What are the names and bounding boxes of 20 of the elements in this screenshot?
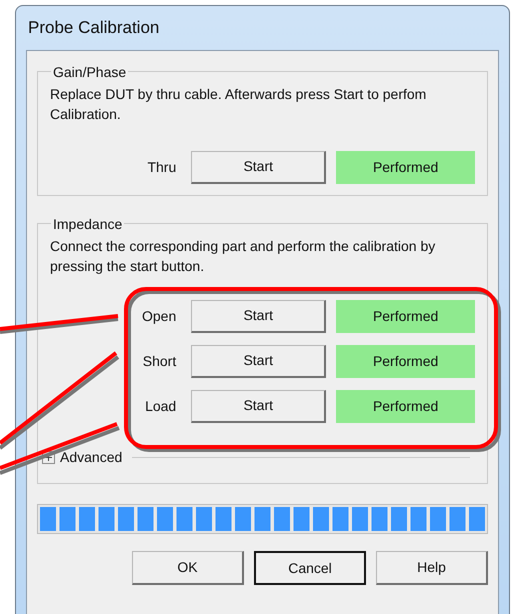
start-button[interactable]: Start [191, 390, 326, 422]
status-indicator: Performed [336, 390, 475, 422]
start-button[interactable]: Start [191, 300, 326, 332]
start-button[interactable]: Start [191, 150, 326, 184]
row-label: Thru [146, 158, 178, 176]
row-label: Open [140, 306, 178, 326]
status-indicator: Performed [336, 150, 475, 184]
status-indicator: Performed [336, 300, 475, 332]
dialog-button[interactable]: OK [132, 551, 244, 585]
row-label: Short [142, 352, 178, 370]
advanced-label[interactable]: Advanced [60, 446, 122, 468]
instruction-text: Replace DUT by thru cable. Afterwards press Start to perfom Calibration. [50, 85, 428, 124]
expand-icon[interactable] [42, 450, 55, 464]
row-label: Load [144, 396, 178, 416]
dialog-button[interactable]: Help [376, 551, 488, 585]
dialog-button[interactable]: Cancel [254, 551, 366, 585]
status-indicator: Performed [336, 344, 475, 378]
start-button[interactable]: Start [191, 344, 326, 378]
instruction-text: Connect the corresponding part and perform the calibration by pressing the start button. [50, 237, 436, 276]
window-title: Probe Calibration [27, 17, 160, 40]
